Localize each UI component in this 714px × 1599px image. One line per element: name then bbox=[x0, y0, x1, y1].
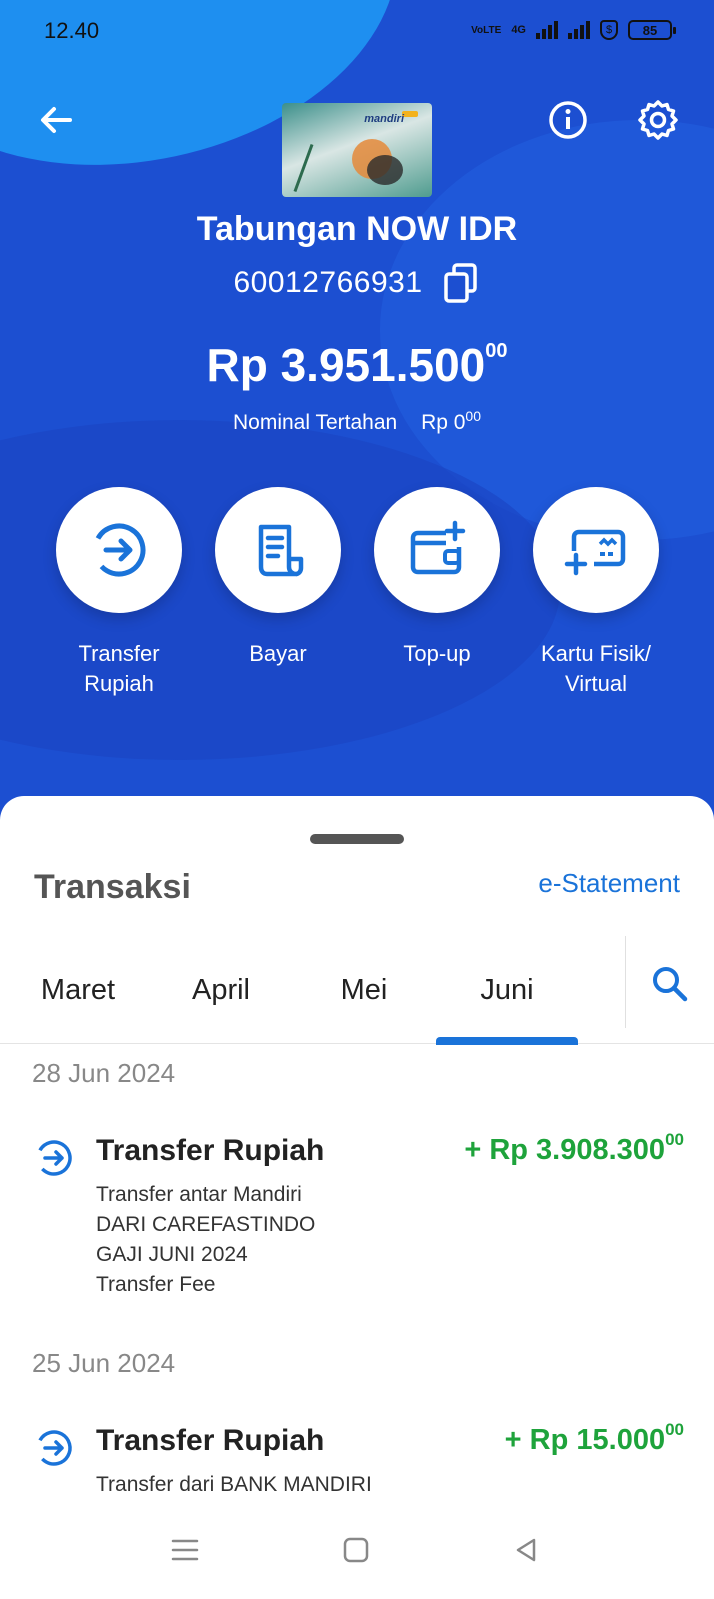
amount-value: + Rp 15.000 bbox=[504, 1424, 666, 1456]
copy-icon bbox=[443, 263, 477, 303]
held-amount: Rp 0 bbox=[421, 411, 466, 434]
transfer-icon bbox=[36, 1430, 72, 1466]
transaction-item[interactable]: Transfer Rupiah + Rp 3.908.30000 Transfe… bbox=[0, 1130, 714, 1308]
transactions-sheet: Transaksi e-Statement Maret April Mei Ju… bbox=[0, 796, 714, 1599]
action-label: Top-up bbox=[403, 641, 471, 666]
transfer-icon bbox=[36, 1140, 72, 1176]
brand-flag bbox=[402, 111, 418, 117]
description-line: GAJI JUNI 2024 bbox=[96, 1243, 248, 1266]
balance-amount: Rp 3.951.500 bbox=[206, 339, 486, 391]
amount-decimal: 00 bbox=[665, 1420, 684, 1439]
held-label: Nominal Tertahan bbox=[233, 411, 398, 434]
home-square-icon bbox=[343, 1537, 369, 1563]
status-icons: VoLTE 4G $ 85 bbox=[471, 20, 676, 40]
system-back-button[interactable] bbox=[501, 1530, 551, 1570]
transaction-amount: + Rp 3.908.30000 bbox=[464, 1130, 684, 1167]
transaction-date: 25 Jun 2024 bbox=[32, 1348, 176, 1378]
account-header: 12.40 VoLTE 4G $ 85 mandiri Tabungan NOW… bbox=[0, 0, 714, 830]
arrow-left-icon bbox=[41, 107, 72, 133]
transaction-item[interactable]: Transfer Rupiah + Rp 15.00000 Transfer d… bbox=[0, 1420, 714, 1508]
account-number-row: 60012766931 bbox=[0, 262, 714, 304]
transaction-description: Transfer dari BANK MANDIRI bbox=[96, 1470, 372, 1500]
action-label: Bayar bbox=[249, 641, 307, 666]
account-name: Tabungan NOW IDR bbox=[196, 210, 518, 248]
month-tabs: Maret April Mei Juni bbox=[0, 936, 714, 1045]
action-label: Transfer Rupiah bbox=[78, 641, 160, 696]
triangle-back-icon bbox=[516, 1538, 536, 1562]
description-line: Transfer Fee bbox=[96, 1273, 216, 1296]
action-circle bbox=[56, 487, 182, 613]
amount-decimal: 00 bbox=[665, 1130, 684, 1149]
battery-level: 85 bbox=[642, 22, 658, 38]
balance-decimal: 00 bbox=[485, 340, 508, 362]
system-nav-bar bbox=[0, 1500, 714, 1599]
transaction-amount: + Rp 15.00000 bbox=[505, 1420, 684, 1457]
description-line: DARI CAREFASTINDO bbox=[96, 1213, 316, 1236]
wallet-add-icon bbox=[410, 520, 466, 575]
transaction-title: Transfer Rupiah bbox=[96, 1134, 325, 1167]
action-label: Kartu Fisik/ Virtual bbox=[540, 641, 652, 696]
settings-button[interactable] bbox=[634, 96, 682, 144]
copy-account-number-button[interactable] bbox=[441, 262, 481, 304]
card-art bbox=[293, 143, 314, 193]
transaction-description: Transfer antar Mandiri DARI CAREFASTINDO… bbox=[96, 1180, 315, 1300]
account-balance: Rp 3.951.50000 bbox=[0, 338, 714, 392]
signal-icon bbox=[568, 21, 590, 39]
kartu-fisik-virtual-action[interactable]: Kartu Fisik/ Virtual bbox=[516, 487, 676, 699]
status-bar: 12.40 VoLTE 4G $ 85 bbox=[0, 0, 714, 64]
gear-icon bbox=[638, 100, 678, 140]
tab-mei[interactable]: Mei bbox=[294, 936, 434, 1044]
tab-juni[interactable]: Juni bbox=[436, 936, 578, 1045]
shield-icon: $ bbox=[600, 20, 618, 40]
e-statement-link[interactable]: e-Statement bbox=[538, 868, 680, 899]
held-amount-row: Nominal Tertahan Rp 000 bbox=[0, 408, 714, 435]
bayar-action[interactable]: Bayar bbox=[198, 487, 358, 669]
account-number: 60012766931 bbox=[233, 266, 423, 299]
volte-label: VoLTE bbox=[471, 24, 502, 36]
card-thumbnail: mandiri bbox=[282, 103, 432, 197]
amount-value: + Rp 3.908.300 bbox=[464, 1134, 666, 1166]
status-time: 12.40 bbox=[44, 18, 100, 43]
topup-action[interactable]: Top-up bbox=[357, 487, 517, 669]
transaction-title: Transfer Rupiah bbox=[96, 1424, 325, 1457]
description-line: Transfer dari BANK MANDIRI bbox=[96, 1473, 372, 1496]
card-add-icon bbox=[564, 529, 626, 576]
card-brand: mandiri bbox=[364, 113, 404, 125]
home-button[interactable] bbox=[331, 1530, 381, 1570]
description-line: Transfer antar Mandiri bbox=[96, 1183, 302, 1206]
search-icon bbox=[653, 967, 688, 1002]
bill-icon bbox=[258, 524, 304, 577]
transfer-icon bbox=[92, 523, 146, 577]
info-button[interactable] bbox=[544, 96, 592, 144]
network-type-label: 4G bbox=[511, 24, 526, 36]
tab-divider bbox=[625, 936, 626, 1028]
search-button[interactable] bbox=[640, 954, 700, 1014]
action-circle bbox=[374, 487, 500, 613]
card-art bbox=[367, 155, 403, 185]
drag-handle[interactable] bbox=[310, 834, 404, 844]
held-decimal: 00 bbox=[465, 408, 481, 424]
action-circle bbox=[215, 487, 341, 613]
section-title: Transaksi bbox=[34, 868, 191, 906]
info-icon bbox=[549, 101, 587, 139]
transaction-date: 28 Jun 2024 bbox=[32, 1058, 176, 1088]
recent-apps-button[interactable] bbox=[160, 1530, 210, 1570]
menu-icon bbox=[171, 1539, 199, 1561]
tab-april[interactable]: April bbox=[150, 936, 292, 1044]
tab-maret[interactable]: Maret bbox=[8, 936, 148, 1044]
back-button[interactable] bbox=[32, 96, 80, 144]
battery-icon: 85 bbox=[628, 20, 676, 40]
signal-icon bbox=[536, 21, 558, 39]
transfer-rupiah-action[interactable]: Transfer Rupiah bbox=[39, 487, 199, 699]
action-circle bbox=[533, 487, 659, 613]
